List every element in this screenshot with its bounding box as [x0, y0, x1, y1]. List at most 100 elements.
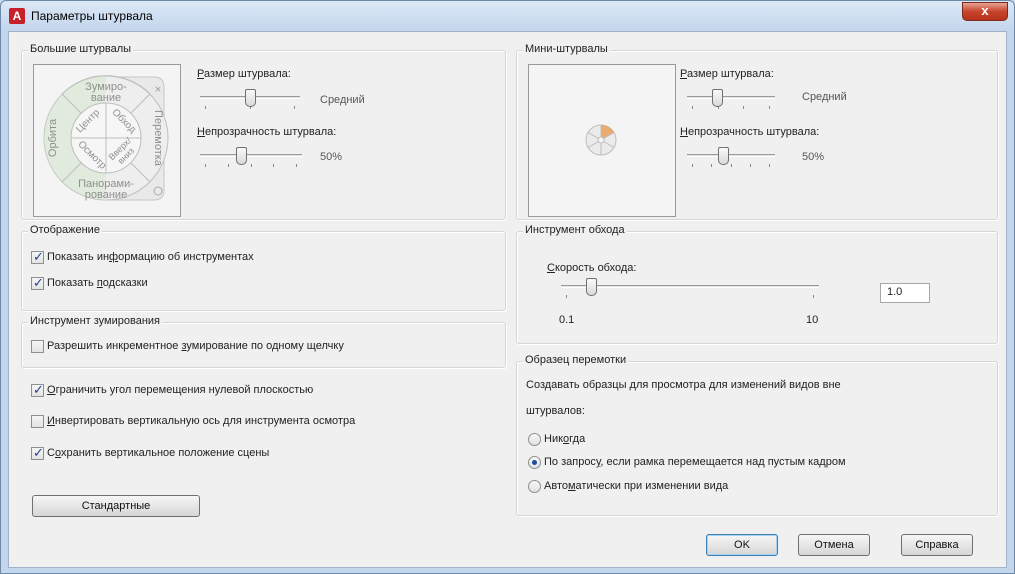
wheel-orbit-label: Орбита	[47, 118, 59, 157]
rewind-sample-group: Образец перемотки Создавать образцы для …	[516, 354, 998, 516]
keep-vertical-label[interactable]: Сохранить вертикальное положение сцены	[47, 447, 269, 459]
mini-opacity-label: Непрозрачность штурвала:	[680, 126, 820, 138]
limit-angle-checkbox[interactable]	[31, 382, 44, 398]
walk-speed-input[interactable]: 1.0	[880, 283, 930, 303]
slider-tick	[692, 164, 693, 167]
big-opacity-slider[interactable]	[200, 147, 302, 167]
slider-tick	[273, 164, 274, 167]
limit-angle-label[interactable]: Ограничить угол перемещения нулевой плос…	[47, 384, 313, 396]
on-demand-radio[interactable]	[528, 456, 541, 469]
ok-button[interactable]: OK	[706, 534, 778, 556]
mini-wheels-group: Мини-штурвалы Размер штурвала: Средний Н…	[516, 43, 998, 220]
big-size-slider[interactable]	[200, 89, 300, 109]
slider-tick	[205, 164, 206, 167]
slider-tick	[566, 295, 567, 298]
slider-ticks	[561, 295, 819, 299]
slider-tick	[813, 295, 814, 298]
slider-thumb[interactable]	[712, 89, 723, 107]
display-group: Отображение Показать информацию об инстр…	[21, 224, 506, 311]
show-tooltips-label[interactable]: Показать информацию об инструментах	[47, 251, 254, 263]
big-wheel-image: Зумиро- вание Панорами- рование Орбита П…	[43, 75, 169, 201]
walk-tool-title: Инструмент обхода	[523, 224, 627, 236]
close-button[interactable]: x	[962, 2, 1008, 21]
cancel-button[interactable]: Отмена	[798, 534, 870, 556]
walk-speed-slider[interactable]	[561, 278, 819, 298]
wheel-pan-label-2: рование	[85, 189, 127, 201]
never-label[interactable]: Никогда	[544, 433, 585, 445]
mini-opacity-slider[interactable]	[687, 147, 775, 167]
invert-axis-label[interactable]: Инвертировать вертикальную ось для инстр…	[47, 415, 355, 427]
slider-track[interactable]	[687, 154, 775, 157]
wheel-close-icon: ×	[154, 85, 162, 95]
slider-tick	[750, 164, 751, 167]
slider-track[interactable]	[561, 285, 819, 288]
zoom-tool-title: Инструмент зумирования	[28, 315, 162, 327]
mini-opacity-value: 50%	[802, 151, 825, 163]
slider-ticks	[687, 106, 775, 110]
slider-track[interactable]	[200, 154, 302, 157]
zoom-tool-group: Инструмент зумирования Разрешить инкреме…	[21, 315, 506, 368]
invert-axis-checkbox[interactable]	[31, 415, 44, 428]
title-bar[interactable]: A Параметры штурвала x	[1, 1, 1014, 31]
slider-tick	[692, 106, 693, 109]
show-hints-checkbox[interactable]	[31, 275, 44, 291]
slider-tick	[294, 106, 295, 109]
on-demand-label[interactable]: По запросу, если рамка перемещается над …	[544, 456, 846, 468]
mini-wheel-image	[585, 124, 617, 156]
big-opacity-label: Непрозрачность штурвала:	[197, 126, 337, 138]
wheel-rewind-label: Перемотка	[152, 110, 164, 167]
slider-ticks	[687, 164, 775, 168]
slider-tick	[296, 164, 297, 167]
slider-tick	[228, 164, 229, 167]
help-button[interactable]: Справка	[901, 534, 973, 556]
rewind-description-line2: штурвалов:	[526, 405, 585, 417]
keep-vertical-checkbox[interactable]	[31, 445, 44, 461]
auto-radio[interactable]	[528, 480, 541, 493]
big-wheels-title: Большие штурвалы	[28, 43, 134, 55]
dialog-window: A Параметры штурвала x Большие штурвалы	[0, 0, 1015, 574]
help-button-label: Справка	[915, 539, 959, 551]
slider-track[interactable]	[687, 96, 775, 99]
window-title: Параметры штурвала	[31, 9, 153, 23]
display-title: Отображение	[28, 224, 102, 236]
slider-tick	[769, 164, 770, 167]
mini-size-value: Средний	[802, 91, 847, 103]
defaults-button[interactable]: Стандартные	[32, 495, 200, 517]
walk-speed-label: Скорость обхода:	[547, 262, 637, 274]
big-wheels-group: Большие штурвалы Зумиро- вание Панорами-…	[21, 43, 506, 220]
slider-tick	[251, 164, 252, 167]
wheel-zoom-label-2: вание	[91, 92, 121, 104]
slider-tick	[731, 164, 732, 167]
slider-thumb[interactable]	[718, 147, 729, 165]
close-icon: x	[981, 3, 989, 18]
slider-tick	[769, 106, 770, 109]
incremental-zoom-checkbox[interactable]	[31, 340, 44, 353]
slider-thumb[interactable]	[586, 278, 597, 296]
mini-size-label: Размер штурвала:	[680, 68, 774, 80]
walk-speed-max: 10	[806, 314, 819, 326]
auto-label[interactable]: Автоматически при изменении вида	[544, 480, 728, 492]
slider-tick	[711, 164, 712, 167]
show-tooltips-checkbox[interactable]	[31, 249, 44, 265]
mini-wheels-title: Мини-штурвалы	[523, 43, 610, 55]
never-radio[interactable]	[528, 433, 541, 446]
incremental-zoom-label[interactable]: Разрешить инкрементное зумирование по од…	[47, 340, 344, 352]
dialog-client-area: Большие штурвалы Зумиро- вание Панорами-…	[8, 31, 1007, 568]
rewind-description-line1: Создавать образцы для просмотра для изме…	[526, 379, 841, 391]
slider-tick	[743, 106, 744, 109]
slider-tick	[205, 106, 206, 109]
big-size-label: Размер штурвала:	[197, 68, 291, 80]
big-wheel-preview: Зумиро- вание Панорами- рование Орбита П…	[33, 64, 181, 217]
autocad-logo-icon: A	[9, 8, 25, 24]
slider-ticks	[200, 164, 302, 168]
walk-tool-group: Инструмент обхода Скорость обхода: 0.1 1…	[516, 224, 998, 344]
mini-size-slider[interactable]	[687, 89, 775, 109]
slider-thumb[interactable]	[236, 147, 247, 165]
rewind-sample-title: Образец перемотки	[523, 354, 629, 366]
big-opacity-value: 50%	[320, 151, 343, 163]
slider-thumb[interactable]	[245, 89, 256, 107]
show-hints-label[interactable]: Показать подсказки	[47, 277, 148, 289]
big-size-value: Средний	[320, 94, 365, 106]
mini-wheel-preview	[528, 64, 676, 217]
walk-speed-min: 0.1	[559, 314, 575, 326]
